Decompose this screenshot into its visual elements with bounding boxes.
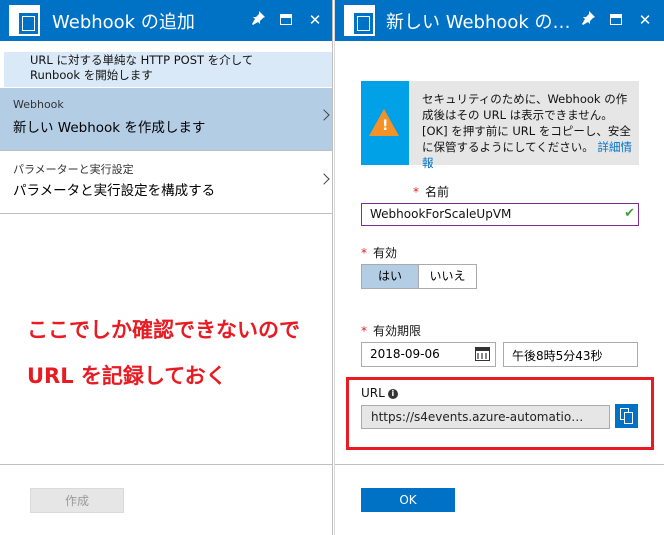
expiry-time-input[interactable]: 午後8時5分43秒 <box>503 342 638 367</box>
chevron-right-icon <box>318 109 330 121</box>
right-blade-title: 新しい Webhook の… <box>386 12 571 33</box>
info-line-1: URL に対する単純な HTTP POST を介して <box>30 53 254 67</box>
name-label-text: 名前 <box>425 185 450 199</box>
maximize-icon[interactable] <box>276 10 296 30</box>
info-icon[interactable]: i <box>387 389 398 399</box>
expiry-label: * 有効期限 <box>361 324 422 338</box>
right-blade-titlebar: 新しい Webhook の… ✕ <box>335 0 664 41</box>
name-value: WebhookForScaleUpVM <box>370 207 512 221</box>
menu-item-parameters[interactable]: パラメーターと実行設定 パラメータと実行設定を構成する <box>0 151 332 214</box>
checkmark-icon: ✔ <box>624 206 635 221</box>
close-icon[interactable]: ✕ <box>635 10 655 30</box>
annotation-line-1: ここでしか確認できないので <box>27 318 300 342</box>
blade-icon <box>9 5 40 36</box>
left-blade-titlebar: Webhook の追加 ✕ <box>0 0 332 41</box>
enabled-label-text: 有効 <box>373 246 398 260</box>
menu-item-parameters-label: パラメータと実行設定を構成する <box>13 183 216 199</box>
left-blade-title: Webhook の追加 <box>52 12 195 33</box>
pin-icon[interactable] <box>248 10 268 30</box>
enabled-no-toggle[interactable]: いいえ <box>418 264 477 289</box>
menu-item-webhook-caption: Webhook <box>13 98 64 111</box>
name-input[interactable]: WebhookForScaleUpVM ✔ <box>361 203 639 226</box>
security-warning: ! セキュリティのために、Webhook の作成後はその URL は表示できませ… <box>361 81 639 170</box>
footer-divider <box>0 464 332 465</box>
close-icon[interactable]: ✕ <box>305 10 325 30</box>
webhook-info-banner: URL に対する単純な HTTP POST を介して Runbook を開始しま… <box>4 52 332 87</box>
menu-item-webhook-label: 新しい Webhook を作成します <box>13 120 206 136</box>
new-webhook-blade: 新しい Webhook の… ✕ ! セキュリティのために、Webhook の作… <box>334 0 664 535</box>
expiry-date-value: 2018-09-06 <box>370 347 440 361</box>
footer-divider <box>335 464 664 465</box>
url-label: URL i <box>361 386 398 400</box>
menu-item-webhook[interactable]: Webhook 新しい Webhook を作成します <box>0 88 332 151</box>
chevron-right-icon <box>318 173 330 185</box>
create-button[interactable]: 作成 <box>30 488 124 513</box>
warning-text: セキュリティのために、Webhook の作成後はその URL は表示できません。… <box>422 91 634 171</box>
enabled-yes-toggle[interactable]: はい <box>361 264 419 289</box>
calendar-icon[interactable] <box>475 347 490 361</box>
add-webhook-blade: Webhook の追加 ✕ URL に対する単純な HTTP POST を介して… <box>0 0 333 535</box>
pin-icon[interactable] <box>578 10 598 30</box>
expiry-date-input[interactable]: 2018-09-06 <box>361 342 496 367</box>
copy-icon[interactable] <box>615 404 638 428</box>
warning-strip: ! <box>361 81 409 165</box>
url-label-text: URL <box>361 386 385 400</box>
ok-button[interactable]: OK <box>361 488 455 512</box>
blade-icon <box>344 5 375 36</box>
menu-item-parameters-caption: パラメーターと実行設定 <box>13 163 134 176</box>
url-field[interactable]: https://s4events.azure-automatio… <box>361 405 610 429</box>
enabled-label: * 有効 <box>361 246 398 260</box>
annotation-line-2: URL を記録しておく <box>27 364 227 388</box>
name-label: * 名前 <box>413 185 450 199</box>
expiry-label-text: 有効期限 <box>373 324 422 338</box>
info-line-2: Runbook を開始します <box>30 68 153 82</box>
maximize-icon[interactable] <box>606 10 626 30</box>
